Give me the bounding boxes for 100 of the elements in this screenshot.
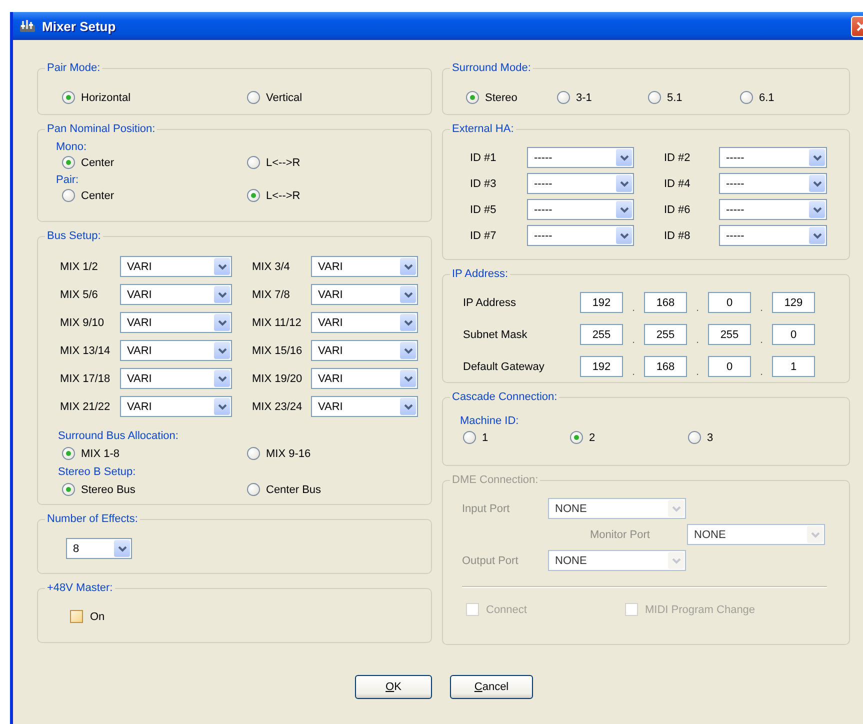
bus-label: MIX 3/4: [252, 260, 291, 272]
radio-button[interactable]: Center Bus: [247, 482, 322, 497]
radio-button[interactable]: MIX 9-16: [247, 446, 311, 461]
dropdown[interactable]: VARI: [311, 396, 418, 417]
chevron-down-icon: [218, 376, 226, 382]
dropdown[interactable]: VARI: [311, 368, 418, 389]
ip-octet-field[interactable]: 255: [708, 324, 751, 345]
id-label: ID #2: [664, 152, 692, 164]
radio-button[interactable]: 2: [570, 430, 596, 445]
dropdown[interactable]: VARI: [120, 340, 232, 361]
radio-button[interactable]: L<-->R: [247, 155, 300, 170]
dropdown[interactable]: VARI: [120, 368, 232, 389]
ip-octet-field[interactable]: 1: [772, 356, 815, 377]
chevron-down-icon: [218, 264, 226, 270]
group-label: Number of Effects:: [46, 513, 139, 525]
id-label: ID #1: [470, 152, 498, 164]
cancel-button[interactable]: Cancel: [450, 675, 533, 699]
chevron-down-icon: [404, 348, 412, 354]
chevron-down-icon: [812, 206, 822, 212]
radio-button[interactable]: 1: [463, 430, 488, 445]
chevron-down-icon: [620, 180, 628, 186]
id-label: ID #5: [470, 204, 498, 216]
chevron-down-icon: [812, 154, 822, 160]
octet-separator: .: [758, 367, 764, 377]
bus-label: MIX 15/16: [252, 344, 304, 356]
group-label: Pair Mode:: [46, 62, 102, 74]
field-label: IP Address: [463, 296, 517, 308]
section-label: Stereo B Setup:: [58, 466, 137, 478]
radio-button[interactable]: Horizontal: [62, 90, 131, 105]
dropdown[interactable]: VARI: [120, 256, 232, 277]
ip-octet-field[interactable]: 192: [580, 356, 623, 377]
radio-button[interactable]: Center: [62, 188, 114, 203]
bus-label: MIX 19/20: [252, 372, 304, 384]
chevron-down-icon: [812, 180, 822, 186]
dropdown[interactable]: VARI: [120, 396, 232, 417]
dropdown[interactable]: -----: [719, 199, 827, 220]
field-label: Subnet Mask: [463, 328, 528, 340]
ip-octet-field[interactable]: 192: [580, 292, 623, 313]
bus-label: MIX 21/22: [60, 400, 112, 412]
chevron-down-icon: [218, 320, 226, 326]
section-label: Machine ID:: [460, 415, 520, 427]
chevron-down-icon: [404, 264, 412, 270]
radio-button[interactable]: Stereo Bus: [62, 482, 136, 497]
id-label: ID #7: [470, 230, 498, 242]
port-label: Input Port: [462, 502, 511, 514]
ip-octet-field[interactable]: 0: [708, 356, 751, 377]
radio-button[interactable]: 6.1: [740, 90, 774, 105]
chevron-down-icon: [118, 546, 126, 552]
radio-button[interactable]: 3: [688, 430, 714, 445]
dropdown[interactable]: -----: [527, 173, 634, 194]
radio-button[interactable]: Stereo: [466, 90, 518, 105]
group-label: Surround Mode:: [451, 62, 532, 74]
dropdown[interactable]: -----: [527, 199, 634, 220]
dropdown[interactable]: 8: [66, 538, 132, 559]
ok-button[interactable]: OK: [355, 675, 432, 699]
dropdown[interactable]: -----: [719, 173, 827, 194]
ip-octet-field[interactable]: 0: [772, 324, 815, 345]
group-label: IP Address:: [451, 268, 510, 280]
window-title: Mixer Setup: [42, 18, 116, 34]
chevron-down-icon: [620, 206, 628, 212]
checkbox[interactable]: On: [70, 610, 105, 623]
octet-separator: .: [694, 367, 700, 377]
dropdown[interactable]: VARI: [120, 312, 232, 333]
radio-button[interactable]: L<-->R: [247, 188, 300, 203]
dropdown[interactable]: -----: [527, 225, 634, 246]
chevron-down-icon: [218, 292, 226, 298]
bus-label: MIX 23/24: [252, 400, 304, 412]
chevron-down-icon: [672, 506, 680, 512]
field-label: Default Gateway: [463, 360, 546, 372]
chevron-down-icon: [404, 292, 412, 298]
radio-button[interactable]: MIX 1-8: [62, 446, 120, 461]
group-label: Cascade Connection:: [451, 391, 558, 403]
dropdown[interactable]: -----: [527, 147, 634, 168]
dropdown[interactable]: VARI: [311, 256, 418, 277]
dropdown[interactable]: VARI: [311, 312, 418, 333]
octet-separator: .: [630, 303, 636, 313]
ip-octet-field[interactable]: 129: [772, 292, 815, 313]
section-label: Mono:: [56, 141, 88, 153]
ip-octet-field[interactable]: 0: [708, 292, 751, 313]
id-label: ID #8: [664, 230, 692, 242]
dropdown[interactable]: VARI: [311, 340, 418, 361]
ip-octet-field[interactable]: 255: [580, 324, 623, 345]
radio-button[interactable]: Vertical: [247, 90, 302, 105]
ip-octet-field[interactable]: 168: [644, 356, 687, 377]
ip-octet-field[interactable]: 255: [644, 324, 687, 345]
id-label: ID #4: [664, 178, 692, 190]
octet-separator: .: [694, 303, 700, 313]
chevron-down-icon: [404, 404, 412, 410]
app-icon: [19, 18, 36, 34]
dropdown[interactable]: -----: [719, 225, 827, 246]
bus-label: MIX 13/14: [60, 344, 112, 356]
radio-button[interactable]: 5.1: [648, 90, 682, 105]
dropdown[interactable]: VARI: [120, 284, 232, 305]
dropdown[interactable]: VARI: [311, 284, 418, 305]
radio-button[interactable]: Center: [62, 155, 114, 170]
group-label: +48V Master:: [46, 582, 114, 594]
radio-button[interactable]: 3-1: [557, 90, 592, 105]
dropdown[interactable]: -----: [719, 147, 827, 168]
section-label: Pair:: [56, 174, 80, 186]
ip-octet-field[interactable]: 168: [644, 292, 687, 313]
